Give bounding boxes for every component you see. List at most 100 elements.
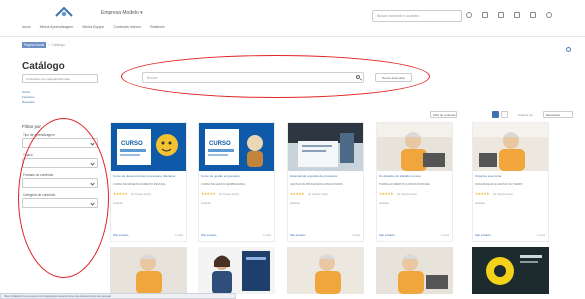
avatar[interactable] [546, 12, 552, 18]
course-status: Não iniciado [379, 233, 395, 237]
star-rating: ★★★★★ [201, 192, 216, 196]
advanced-search-button[interactable]: Busca avançada [375, 73, 412, 82]
header-icons [466, 12, 552, 18]
catalog-search-input[interactable]: Buscar [142, 72, 364, 83]
rating-text: (1) Cursos Livres [493, 192, 513, 196]
filter-select-topic[interactable] [22, 158, 98, 168]
course-duration: 1 hora [441, 233, 449, 237]
nav-item-team[interactable]: Minha Equipe [82, 25, 104, 29]
filter-select-category[interactable] [22, 198, 98, 208]
course-title[interactable]: Organize sua rotina [475, 175, 547, 183]
svg-text:CURSO: CURSO [209, 141, 231, 147]
course-card[interactable]: Organize sua rotina ORGANIZAÇÃO E GESTÃO… [472, 122, 549, 242]
content-filter-button[interactable]: Filtro de conteúdo [430, 111, 457, 118]
search-icon[interactable] [356, 75, 360, 79]
category-filter-dropdown[interactable]: Conteúdos por categoria/formato [22, 74, 98, 83]
course-card[interactable]: CURSO Curso de desenvolvimento pessoal e… [110, 122, 187, 242]
course-thumbnail[interactable] [287, 247, 364, 294]
course-thumbnail[interactable] [376, 247, 453, 294]
catalog-page: Empresa Modelo ▾ Início Minha Aprendizag… [0, 0, 585, 299]
course-title[interactable]: Curso de desenvolvimento pessoal e lider… [113, 175, 185, 183]
breadcrumb-separator-chevron-icon: › [48, 43, 50, 47]
course-thumbnail: CURSO [111, 123, 186, 171]
nav-item-learning[interactable]: Minha Aprendizagem [40, 25, 74, 29]
course-thumbnail [288, 123, 363, 171]
rating-text: (1) Cursos Livres [397, 192, 417, 196]
help-icon[interactable] [566, 47, 571, 52]
company-selector[interactable]: Empresa Modelo ▾ [101, 10, 143, 16]
browser-status-bar: https://plataforma.exemplo.com/catalogo/… [0, 293, 236, 299]
nav-item-home[interactable]: Início [22, 25, 31, 29]
rating-text: (1) Cursos Livres [131, 192, 151, 196]
course-card[interactable]: Os desafios do trabalho remoto TRABALHO … [376, 122, 453, 242]
quick-links: Todos Favoritos Recentes [22, 90, 35, 105]
course-price: Gratuito [290, 201, 300, 205]
filter-heading: Filtrar por [22, 124, 41, 129]
course-thumbnail[interactable] [198, 247, 275, 294]
course-status: Não iniciado [113, 233, 129, 237]
course-subtitle: CURSO DE GESTÃO EMPRESARIAL [201, 183, 246, 186]
course-status: Não iniciado [475, 233, 491, 237]
course-title[interactable]: Entendendo a gestão de processos [290, 175, 362, 183]
top-header: Empresa Modelo ▾ Início Minha Aprendizag… [0, 0, 585, 37]
star-rating: ★★★★★ [113, 192, 128, 196]
filter-label-topic: Tópico [23, 153, 33, 157]
chat-icon[interactable] [482, 12, 488, 18]
course-thumbnail [377, 123, 452, 171]
search-icon[interactable] [466, 12, 472, 18]
rating-text: (1) Cursos Livres [219, 192, 239, 196]
nav-item-internal-content[interactable]: Conteúdo Interno [113, 25, 141, 29]
nav-item-reports[interactable]: Relatório [150, 25, 164, 29]
grid-view-icon[interactable] [492, 111, 499, 118]
breadcrumb-home[interactable]: Página Inicial [22, 42, 47, 48]
filter-label-category: Categoria de conteúdo [23, 193, 56, 197]
breadcrumb: Página Inicial › Catálogo [22, 42, 65, 48]
svg-text:CURSO: CURSO [121, 141, 143, 147]
course-title[interactable]: Os desafios do trabalho remoto [379, 175, 451, 183]
rating-text: (1) Cursos Livres [308, 192, 328, 196]
course-card[interactable]: CURSO Curso de gestão empresarial CURSO … [198, 122, 275, 242]
filter-label-learning-type: Tipo de aprendizagem [23, 133, 55, 137]
course-status: Não iniciado [290, 233, 306, 237]
filter-select-learning-type[interactable] [22, 138, 98, 148]
header-search-input[interactable]: Buscar conteúdo e usuários [372, 10, 462, 22]
course-duration: 1 hora [175, 233, 183, 237]
main-nav: Início Minha Aprendizagem Minha Equipe C… [22, 25, 165, 29]
course-thumbnail[interactable] [472, 247, 549, 294]
sort-select[interactable]: Relevância [543, 111, 573, 118]
link-recent[interactable]: Recentes [22, 100, 35, 105]
course-subtitle: CURSO DE DESENVOLVIMENTO PESSOAL [113, 183, 166, 186]
course-subtitle: GESTÃO DE PROCESSOS E RESULTADOS [290, 183, 343, 186]
calendar-icon[interactable] [498, 12, 504, 18]
grid-icon[interactable] [514, 12, 520, 18]
chevron-down-icon [90, 161, 95, 166]
sort-label: Ordenar por [518, 113, 534, 117]
chevron-down-icon [90, 201, 95, 206]
list-view-icon[interactable] [501, 111, 508, 118]
course-status: Não iniciado [201, 233, 217, 237]
filter-select-format[interactable] [22, 178, 98, 188]
company-logo[interactable] [55, 6, 73, 18]
course-thumbnail[interactable] [110, 247, 187, 294]
course-subtitle: ORGANIZAÇÃO E GESTÃO DO TEMPO [475, 183, 523, 186]
page-title: Catálogo [22, 61, 65, 72]
course-duration: 1 hora [263, 233, 271, 237]
course-price: Gratuito [475, 201, 485, 205]
breadcrumb-catalog: Catálogo [51, 43, 65, 47]
chevron-down-icon [90, 181, 95, 186]
notification-icon[interactable] [530, 12, 536, 18]
course-thumbnail [473, 123, 548, 171]
filter-label-format: Formato do conteúdo [23, 173, 54, 177]
course-duration: 1 hora [352, 233, 360, 237]
star-rating: ★★★★★ [290, 192, 305, 196]
course-card[interactable]: Entendendo a gestão de processos GESTÃO … [287, 122, 364, 242]
course-thumbnail: CURSO [199, 123, 274, 171]
course-price: Gratuito [379, 201, 389, 205]
course-title[interactable]: Curso de gestão empresarial [201, 175, 273, 183]
chevron-down-icon [90, 141, 95, 146]
course-price: Gratuito [113, 201, 123, 205]
star-rating: ★★★★★ [379, 192, 394, 196]
star-rating: ★★★★★ [475, 192, 490, 196]
course-price: Gratuito [201, 201, 211, 205]
course-subtitle: TRABALHO REMOTO E PRODUTIVIDADE [379, 183, 430, 186]
